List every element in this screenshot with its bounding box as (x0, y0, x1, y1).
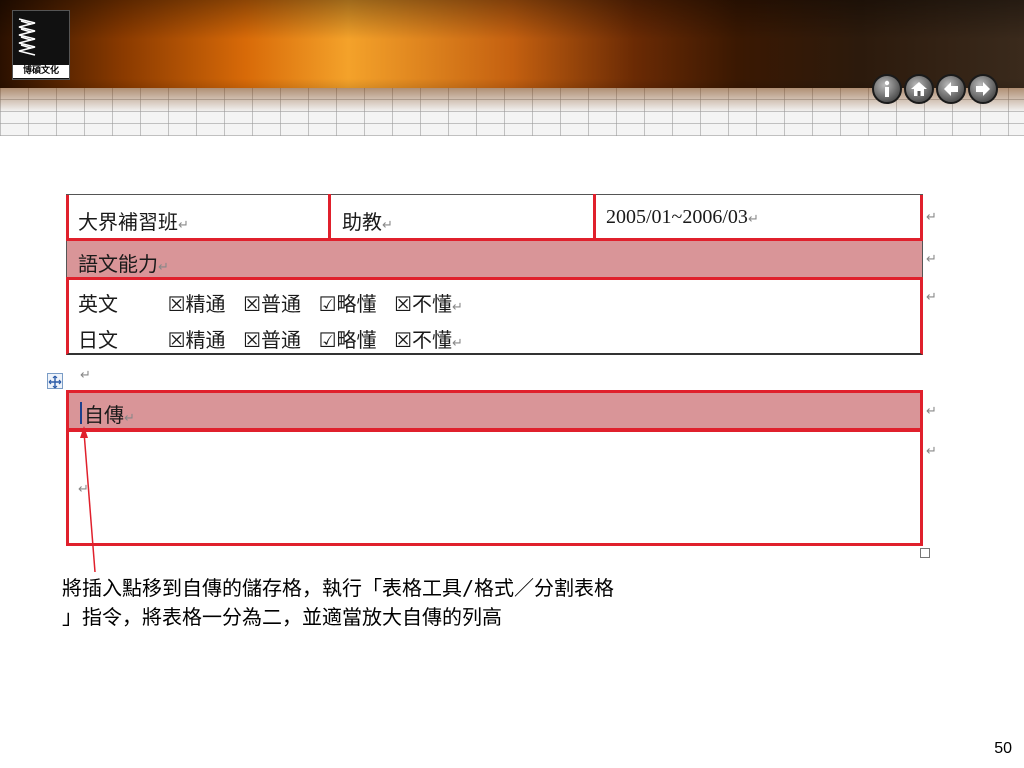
page-number: 50 (994, 740, 1012, 757)
caption-line-2: 」指令，將表格一分為二，並適當放大自傳的列高 (62, 605, 502, 629)
caption-line-1: 將插入點移到自傳的儲存格，執行「表格工具/格式／分割表格 (62, 576, 615, 600)
instruction-caption: 將插入點移到自傳的儲存格，執行「表格工具/格式／分割表格 」指令，將表格一分為二… (62, 574, 762, 632)
callout-arrow (80, 426, 96, 573)
